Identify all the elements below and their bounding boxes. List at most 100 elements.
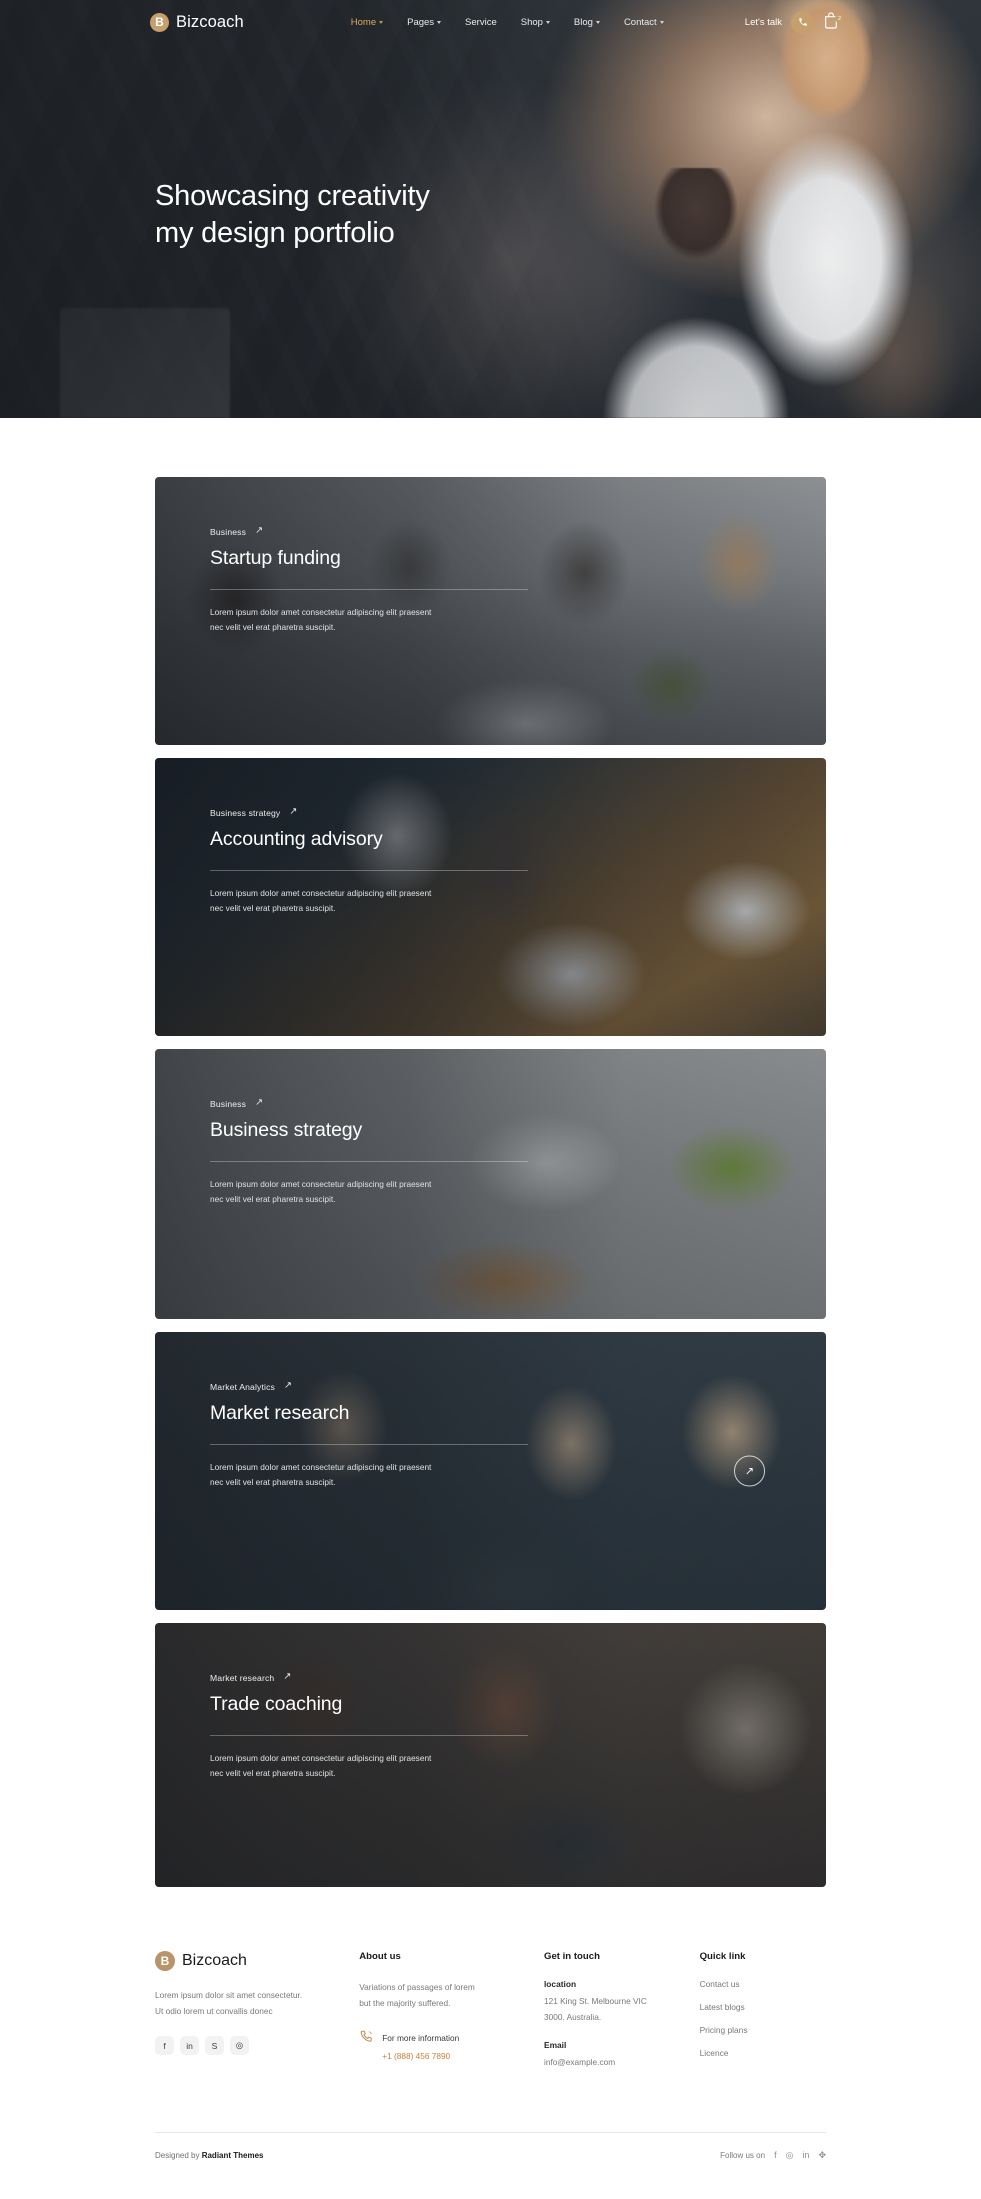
- arrow-up-right-icon: ↗: [744, 1465, 755, 1478]
- card-divider: [210, 1734, 528, 1736]
- footer-contact-heading: Get in touch: [543, 1951, 600, 1962]
- footer-brand-column: B Bizcoach Lorem ipsum dolor sit amet co…: [155, 1951, 359, 2086]
- portfolio-card[interactable]: Business ↗ Startup funding Lorem ipsum d…: [155, 477, 826, 745]
- footer-brand-logo[interactable]: B Bizcoach: [155, 1951, 359, 1971]
- card-category: Business strategy: [210, 808, 281, 818]
- card-open-arrow-button[interactable]: ↗: [734, 1455, 765, 1487]
- card-category-row: Market research ↗: [210, 1672, 585, 1683]
- instagram-icon[interactable]: ◎: [230, 2036, 249, 2056]
- main-navigation: B Bizcoach Home Pages Service Shop Blog: [0, 0, 981, 44]
- footer-bottom-row: Designed by Radiant Themes Follow us on …: [155, 2133, 826, 2191]
- nav-item-contact[interactable]: Contact: [612, 11, 676, 34]
- card-category-row: Business strategy ↗: [210, 806, 585, 818]
- card-description-line-1: Lorem ipsum dolor amet consectetur adipi…: [210, 1461, 432, 1472]
- footer-email-label: Email: [543, 2040, 567, 2051]
- footer-email-block: Email info@example.com: [544, 2040, 700, 2070]
- footer-link-contact-us[interactable]: Contact us: [700, 1979, 826, 1989]
- footer-brand-description: Lorem ipsum dolor sit amet consectetur. …: [155, 1987, 359, 2019]
- portfolio-card[interactable]: Business ↗ Business strategy Lorem ipsum…: [155, 1049, 826, 1319]
- linkedin-icon[interactable]: in: [180, 2036, 199, 2056]
- card-description: Lorem ipsum dolor amet consectetur adipi…: [210, 886, 540, 917]
- nav-item-shop[interactable]: Shop: [509, 11, 562, 34]
- footer-location-line-2: 3000. Australia.: [543, 2012, 602, 2023]
- lets-talk-label[interactable]: Let's talk: [745, 17, 782, 28]
- portfolio-card[interactable]: Market Analytics ↗ Market research Lorem…: [155, 1332, 826, 1610]
- footer-link-latest-blogs[interactable]: Latest blogs: [700, 2002, 826, 2012]
- footer-link-licence[interactable]: Licence: [700, 2048, 826, 2058]
- card-description-line-2: nec velit vel erat pharetra suscipit.: [210, 1477, 336, 1488]
- instagram-icon[interactable]: ◎: [786, 2150, 794, 2161]
- footer-quicklink-column: Quick link Contact us Latest blogs Prici…: [700, 1951, 826, 2086]
- footer-bottom-bar: Designed by Radiant Themes Follow us on …: [155, 2131, 826, 2191]
- brand-name: Bizcoach: [176, 12, 244, 31]
- nav-item-service[interactable]: Service: [453, 11, 509, 34]
- shopping-bag-icon[interactable]: 2: [823, 11, 844, 33]
- footer-social-links: f in S ◎: [155, 2036, 359, 2056]
- linkedin-icon[interactable]: in: [802, 2150, 809, 2160]
- footer-location-label: location: [543, 1979, 577, 1989]
- footer-about-line-1: Variations of passages of lorem: [359, 1982, 475, 1992]
- hero-title-line-2: my design portfolio: [155, 217, 395, 250]
- footer-credit-author: Radiant Themes: [201, 2150, 264, 2160]
- brand-logo[interactable]: B Bizcoach: [150, 12, 244, 32]
- chevron-down-icon: [379, 21, 384, 24]
- nav-item-home[interactable]: Home: [339, 11, 395, 34]
- footer-phone-label: For more information: [382, 2033, 460, 2044]
- phone-ring-icon: [359, 2029, 374, 2046]
- hero-copy: Showcasing creativity my design portfoli…: [155, 178, 430, 252]
- portfolio-card[interactable]: Market research ↗ Trade coaching Lorem i…: [155, 1623, 826, 1887]
- card-content: Business ↗ Business strategy Lorem ipsum…: [155, 1049, 585, 1208]
- footer-email-value[interactable]: info@example.com: [544, 2054, 700, 2070]
- card-description-line-2: nec velit vel erat pharetra suscipit.: [210, 1194, 336, 1205]
- card-content: Business ↗ Startup funding Lorem ipsum d…: [155, 477, 585, 636]
- card-description: Lorem ipsum dolor amet consectetur adipi…: [210, 1460, 540, 1491]
- card-category: Business: [210, 527, 247, 537]
- card-description-line-2: nec velit vel erat pharetra suscipit.: [210, 1768, 336, 1779]
- hero-section: B Bizcoach Home Pages Service Shop Blog: [0, 0, 981, 418]
- footer-credit-prefix: Designed by: [155, 2150, 202, 2160]
- nav-item-label: Shop: [520, 16, 543, 28]
- footer-link-pricing-plans[interactable]: Pricing plans: [700, 2025, 826, 2035]
- footer-brand-description-line-2: Ut odio lorem ut convallis donec: [155, 2006, 273, 2017]
- footer-about-column: About us Variations of passages of lorem…: [359, 1951, 544, 2086]
- nav-actions: Let's talk 2: [745, 10, 844, 34]
- card-description-line-1: Lorem ipsum dolor amet consectetur adipi…: [210, 1752, 432, 1763]
- portfolio-card-list: Business ↗ Startup funding Lorem ipsum d…: [155, 477, 826, 1887]
- facebook-icon[interactable]: f: [774, 2150, 777, 2160]
- chevron-down-icon: [545, 21, 550, 24]
- nav-item-blog[interactable]: Blog: [562, 11, 612, 34]
- footer-phone-number[interactable]: +1 (888) 456 7890: [382, 2051, 450, 2061]
- card-description-line-1: Lorem ipsum dolor amet consectetur adipi…: [210, 1178, 432, 1189]
- nav-item-pages[interactable]: Pages: [395, 11, 453, 34]
- card-content: Business strategy ↗ Accounting advisory …: [155, 758, 585, 917]
- phone-icon[interactable]: [791, 10, 814, 34]
- footer-follow-label: Follow us on: [720, 2150, 766, 2160]
- card-description: Lorem ipsum dolor amet consectetur adipi…: [210, 605, 540, 636]
- chevron-down-icon: [659, 21, 664, 24]
- footer-phone-block[interactable]: For more information +1 (888) 456 7890: [359, 2028, 544, 2064]
- nav-item-label: Service: [465, 16, 497, 28]
- portfolio-card[interactable]: Business strategy ↗ Accounting advisory …: [155, 758, 826, 1036]
- card-title: Business strategy: [210, 1119, 363, 1141]
- nav-item-label: Home: [350, 16, 377, 28]
- footer-about-text: Variations of passages of lorem but the …: [359, 1979, 544, 2011]
- nav-item-label: Contact: [623, 16, 657, 28]
- card-divider: [210, 588, 528, 590]
- facebook-icon[interactable]: f: [155, 2036, 174, 2056]
- hero-title-line-1: Showcasing creativity: [155, 180, 430, 212]
- footer-location-value: 121 King St. Melbourne VIC 3000. Austral…: [544, 1993, 700, 2025]
- dribbble-icon[interactable]: ✥: [818, 2150, 826, 2161]
- card-description: Lorem ipsum dolor amet consectetur adipi…: [210, 1177, 540, 1208]
- hero-title: Showcasing creativity my design portfoli…: [155, 178, 430, 252]
- chevron-down-icon: [595, 21, 600, 24]
- arrow-up-right-icon: ↗: [289, 806, 298, 818]
- card-divider: [210, 1160, 528, 1162]
- card-description-line-1: Lorem ipsum dolor amet consectetur adipi…: [210, 606, 432, 617]
- card-content: Market Analytics ↗ Market research Lorem…: [155, 1332, 585, 1491]
- cart-count-badge: 2: [835, 14, 844, 23]
- skype-icon[interactable]: S: [205, 2036, 224, 2056]
- card-description-line-2: nec velit vel erat pharetra suscipit.: [210, 903, 336, 914]
- card-category: Market research: [210, 1673, 275, 1683]
- footer-contact-column: Get in touch location 121 King St. Melbo…: [544, 1951, 700, 2086]
- arrow-up-right-icon: ↗: [255, 525, 264, 537]
